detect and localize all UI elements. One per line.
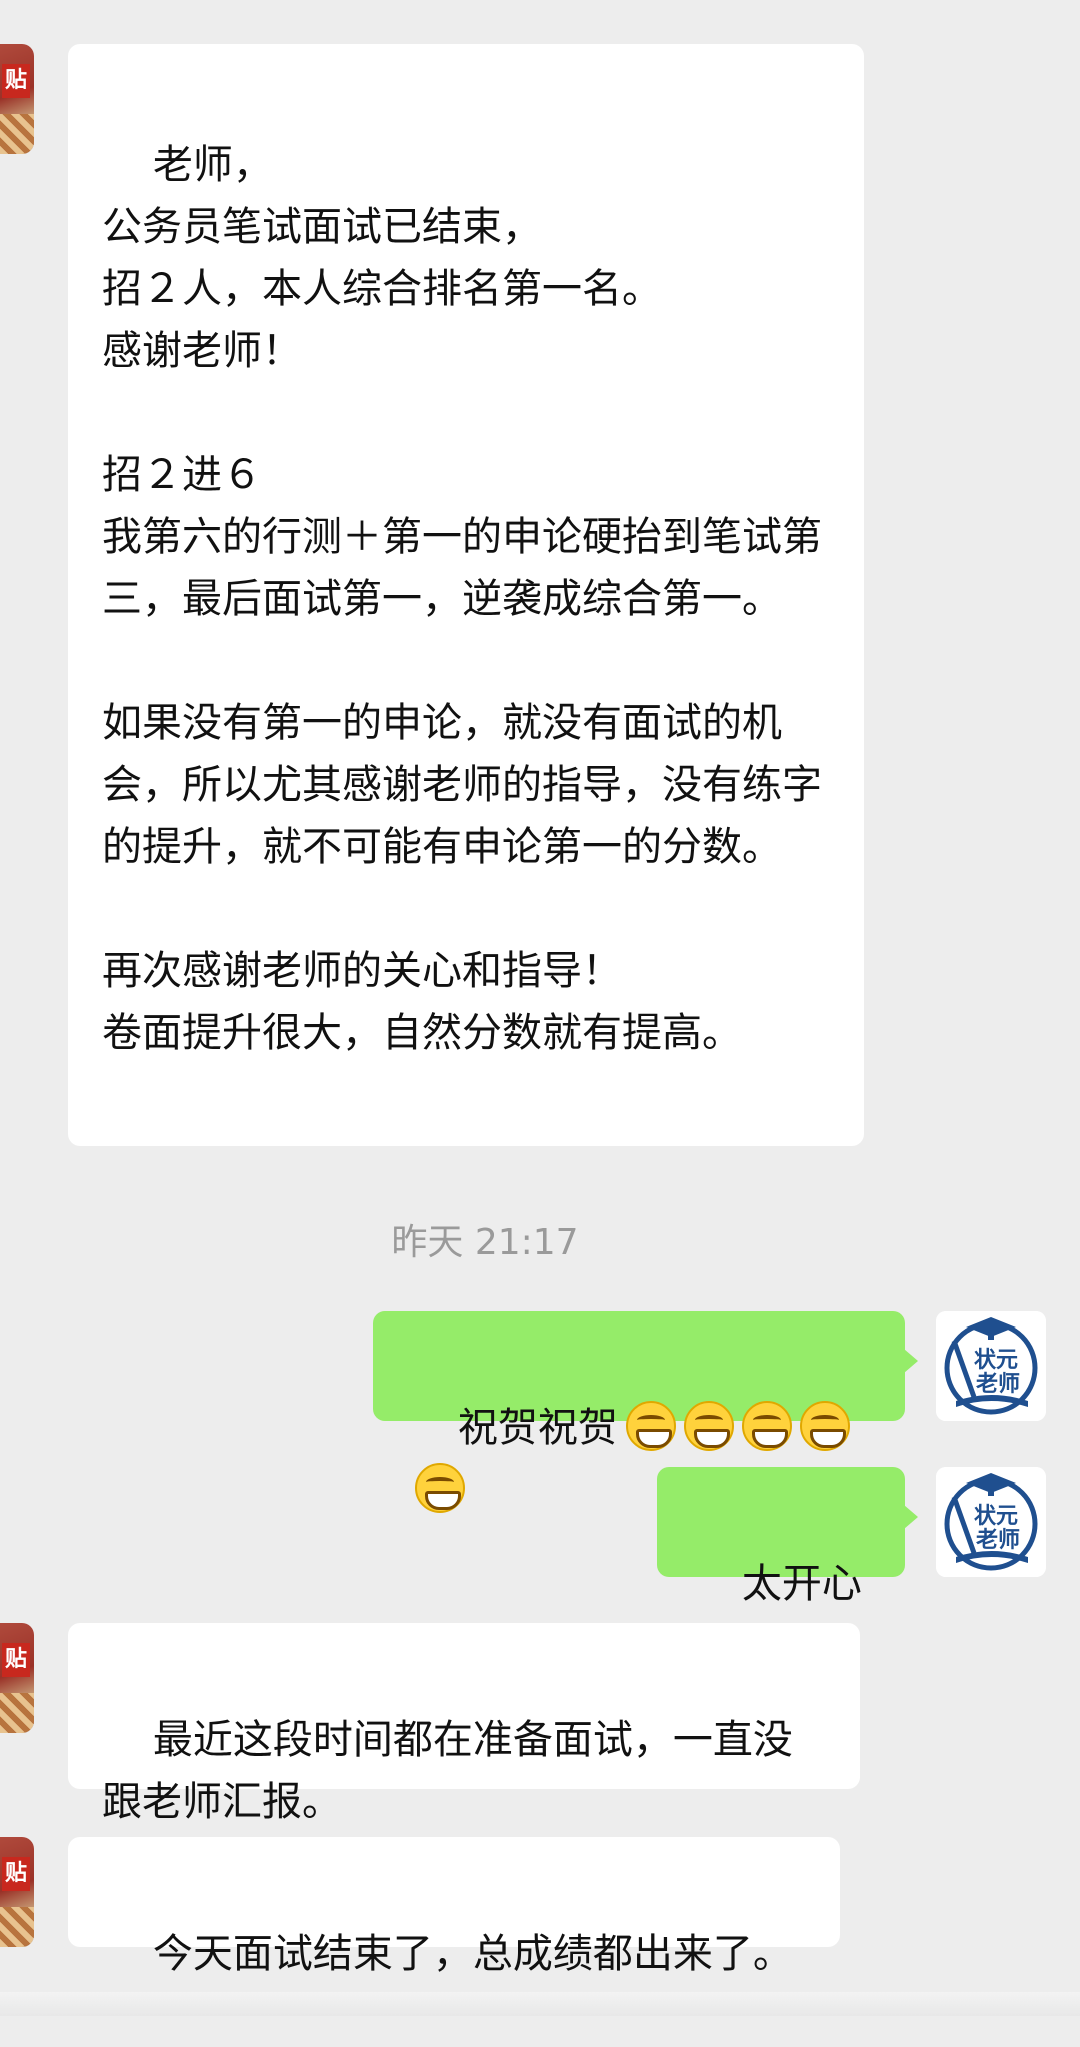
message-text: 祝贺祝贺 bbox=[457, 1405, 618, 1451]
svg-text:状元: 状元 bbox=[974, 1504, 1018, 1529]
svg-text:状元: 状元 bbox=[974, 1348, 1018, 1373]
message-text: 老师， 公务员笔试面试已结束， 招２人，本人综合排名第一名。 感谢老师！ 招２进… bbox=[102, 142, 822, 1056]
contact-avatar[interactable]: 贴 bbox=[0, 44, 34, 154]
teacher-logo-icon: 状元 老师 bbox=[936, 1311, 1046, 1421]
message-text: 最近这段时间都在准备面试，一直没跟老师汇报。 bbox=[102, 1717, 793, 1825]
chat-window[interactable]: 贴 老师， 公务员笔试面试已结束， 招２人，本人综合排名第一名。 感谢老师！ 招… bbox=[0, 0, 1080, 2016]
contact-avatar-badge: 贴 bbox=[2, 1857, 30, 1891]
input-bar-edge bbox=[0, 1992, 1080, 2016]
grinning-face-emoji-icon bbox=[625, 1401, 676, 1451]
teacher-avatar[interactable]: 状元 老师 bbox=[936, 1311, 1046, 1421]
svg-text:老师: 老师 bbox=[975, 1527, 1020, 1553]
message-bubble-incoming[interactable]: 最近这段时间都在准备面试，一直没跟老师汇报。 bbox=[68, 1623, 860, 1825]
message-bubble-outgoing[interactable]: 太开心了 bbox=[657, 1467, 918, 1669]
message-bubble-incoming[interactable]: 老师， 公务员笔试面试已结束， 招２人，本人综合排名第一名。 感谢老师！ 招２进… bbox=[68, 44, 864, 1146]
teacher-logo-icon: 状元 老师 bbox=[936, 1467, 1046, 1577]
grinning-face-emoji-icon bbox=[799, 1401, 850, 1451]
grinning-face-emoji-icon bbox=[683, 1401, 734, 1451]
teacher-avatar[interactable]: 状元 老师 bbox=[936, 1467, 1046, 1577]
message-timestamp: 昨天 21:17 bbox=[391, 1222, 579, 1263]
contact-avatar-badge: 贴 bbox=[2, 1643, 30, 1677]
svg-text:老师: 老师 bbox=[975, 1371, 1020, 1397]
message-text: 今天面试结束了，总成绩都出来了。 bbox=[152, 1931, 793, 1977]
message-bubble-incoming[interactable]: 今天面试结束了，总成绩都出来了。 bbox=[68, 1837, 840, 1977]
contact-avatar-badge: 贴 bbox=[2, 64, 30, 98]
contact-avatar[interactable]: 贴 bbox=[0, 1623, 34, 1733]
grinning-face-emoji-icon bbox=[415, 1463, 465, 1513]
message-bubble-outgoing[interactable]: 祝贺祝贺 bbox=[373, 1311, 918, 1513]
grinning-face-emoji-icon bbox=[741, 1401, 792, 1451]
contact-avatar[interactable]: 贴 bbox=[0, 1837, 34, 1947]
